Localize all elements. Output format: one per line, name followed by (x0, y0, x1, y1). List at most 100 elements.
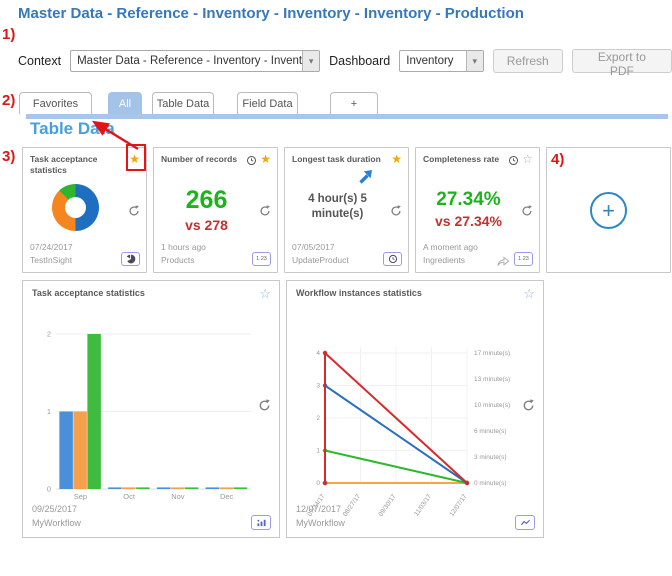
favorite-star-icon[interactable]: ☆ (523, 288, 535, 299)
svg-text:1: 1 (47, 407, 51, 416)
dashboard-select[interactable]: Inventory ▾ (399, 50, 483, 72)
favorite-star-icon[interactable]: ☆ (522, 154, 533, 165)
svg-text:17 minute(s): 17 minute(s) (474, 350, 510, 357)
annotation-arrow (84, 112, 146, 154)
plus-icon: + (602, 198, 615, 224)
tab-table-data[interactable]: Table Data (152, 92, 214, 114)
chevron-down-icon: ▾ (302, 51, 319, 71)
line-chart-badge-icon (515, 515, 535, 530)
context-select-value: Master Data - Reference - Inventory - In… (71, 51, 302, 71)
share-arrow-icon (497, 254, 510, 265)
refresh-icon[interactable] (522, 399, 535, 412)
favorite-star-icon[interactable]: ★ (260, 154, 271, 165)
svg-text:2: 2 (316, 415, 320, 422)
tile-date: 12/07/2017 (296, 503, 345, 517)
donut-chart (52, 184, 99, 231)
tile-source: Products (161, 254, 206, 267)
tile-add-new[interactable]: + (546, 147, 671, 273)
kpi-value: 4 hour(s) 5 minute(s) (287, 192, 388, 222)
svg-text:0: 0 (316, 480, 320, 487)
refresh-icon[interactable] (258, 399, 271, 412)
dashboard-label: Dashboard (329, 54, 390, 68)
tile-workflow-instances-chart[interactable]: Workflow instances statistics ☆ 07/24/17… (286, 280, 544, 538)
svg-text:3: 3 (316, 383, 320, 390)
svg-text:0: 0 (47, 485, 51, 494)
svg-text:Dec: Dec (220, 492, 234, 501)
tab-field-data[interactable]: Field Data (237, 92, 298, 114)
tab-add[interactable]: + (330, 92, 378, 114)
svg-text:0 minute(s): 0 minute(s) (474, 480, 507, 487)
annotation-2: 2) (2, 92, 15, 109)
tile-updated: A moment ago (423, 241, 478, 254)
chevron-down-icon: ▾ (466, 51, 483, 71)
tile-title: Longest task duration (292, 154, 388, 165)
svg-text:1: 1 (316, 448, 320, 455)
kpi-compare: vs 27.34% (418, 213, 519, 229)
svg-text:Nov: Nov (171, 492, 185, 501)
svg-text:Oct: Oct (123, 492, 136, 501)
line-chart: 07/24/1708/27/1709/30/1711/03/1712/07/17… (295, 311, 539, 526)
dashboard-screen: Master Data - Reference - Inventory - In… (0, 0, 672, 576)
context-select[interactable]: Master Data - Reference - Inventory - In… (70, 50, 320, 72)
history-clock-icon (246, 153, 257, 164)
tile-source: Ingredients (423, 254, 478, 267)
number-badge: 1.23 (252, 252, 271, 266)
trend-up-arrow-icon (357, 169, 373, 185)
refresh-icon[interactable] (259, 204, 271, 216)
duration-clock-badge-icon (383, 252, 402, 266)
favorite-star-icon[interactable]: ★ (391, 154, 402, 165)
tab-favorites[interactable]: Favorites (19, 92, 92, 114)
tile-longest-task-duration[interactable]: Longest task duration ★ 4 hour(s) 5 minu… (284, 147, 409, 273)
tile-source: UpdateProduct (292, 254, 349, 267)
tile-source: MyWorkflow (296, 517, 345, 531)
tab-all[interactable]: All (108, 92, 142, 114)
tile-title: Number of records (161, 154, 243, 165)
context-label: Context (18, 54, 61, 68)
tile-updated: 1 hours ago (161, 241, 206, 254)
refresh-icon[interactable] (521, 204, 533, 216)
number-badge: 1.23 (514, 252, 533, 266)
tile-completeness-rate[interactable]: Completeness rate ☆ 27.34% vs 27.34% A m… (415, 147, 540, 273)
refresh-icon[interactable] (128, 204, 140, 216)
tile-title: Completeness rate (423, 154, 505, 165)
tile-number-of-records[interactable]: Number of records ★ 266 vs 278 1 hours a… (153, 147, 278, 273)
export-pdf-button[interactable]: Export to PDF (572, 49, 672, 73)
kpi-value: 27.34% (418, 190, 519, 209)
annotation-4: 4) (551, 151, 564, 168)
refresh-button[interactable]: Refresh (493, 49, 563, 73)
svg-text:4: 4 (316, 350, 320, 357)
pie-chart-badge-icon (121, 252, 140, 266)
svg-text:13 minute(s): 13 minute(s) (474, 376, 510, 383)
history-clock-icon (508, 153, 519, 164)
dashboard-select-value: Inventory (400, 51, 465, 71)
svg-text:12/07/17: 12/07/17 (448, 493, 468, 518)
tile-task-acceptance-chart[interactable]: Task acceptance statistics ☆ 0 1 2 Sep Oct No… (22, 280, 280, 538)
refresh-icon[interactable] (390, 204, 402, 216)
svg-text:08/27/17: 08/27/17 (342, 493, 362, 518)
svg-text:11/03/17: 11/03/17 (413, 493, 433, 518)
tile-source: MyWorkflow (32, 517, 81, 531)
page-title: Master Data - Reference - Inventory - In… (18, 5, 524, 22)
tile-title: Task acceptance statistics (32, 288, 256, 300)
kpi-compare: vs 278 (156, 217, 257, 233)
svg-text:6 minute(s): 6 minute(s) (474, 428, 507, 435)
add-tile-button[interactable]: + (590, 192, 627, 229)
tile-title: Task acceptance statistics (30, 154, 126, 176)
svg-text:2: 2 (47, 330, 51, 339)
favorite-star-icon[interactable]: ☆ (259, 288, 271, 299)
svg-text:Sep: Sep (74, 492, 87, 501)
tile-date: 07/05/2017 (292, 241, 349, 254)
context-toolbar: Context Master Data - Reference - Invent… (18, 49, 672, 73)
tile-title: Workflow instances statistics (296, 288, 520, 300)
svg-text:10 minute(s): 10 minute(s) (474, 402, 510, 409)
donut-hole (65, 197, 86, 218)
annotation-1: 1) (2, 26, 15, 43)
tile-date: 07/24/2017 (30, 241, 73, 254)
tile-date: 09/25/2017 (32, 503, 81, 517)
svg-text:3 minute(s): 3 minute(s) (474, 454, 507, 461)
bar-chart: 0 1 2 Sep Oct Nov Dec (31, 311, 261, 516)
bar-chart-badge-icon (251, 515, 271, 530)
kpi-value: 266 (156, 188, 257, 213)
annotation-3: 3) (2, 148, 15, 165)
svg-text:09/30/17: 09/30/17 (377, 493, 397, 518)
